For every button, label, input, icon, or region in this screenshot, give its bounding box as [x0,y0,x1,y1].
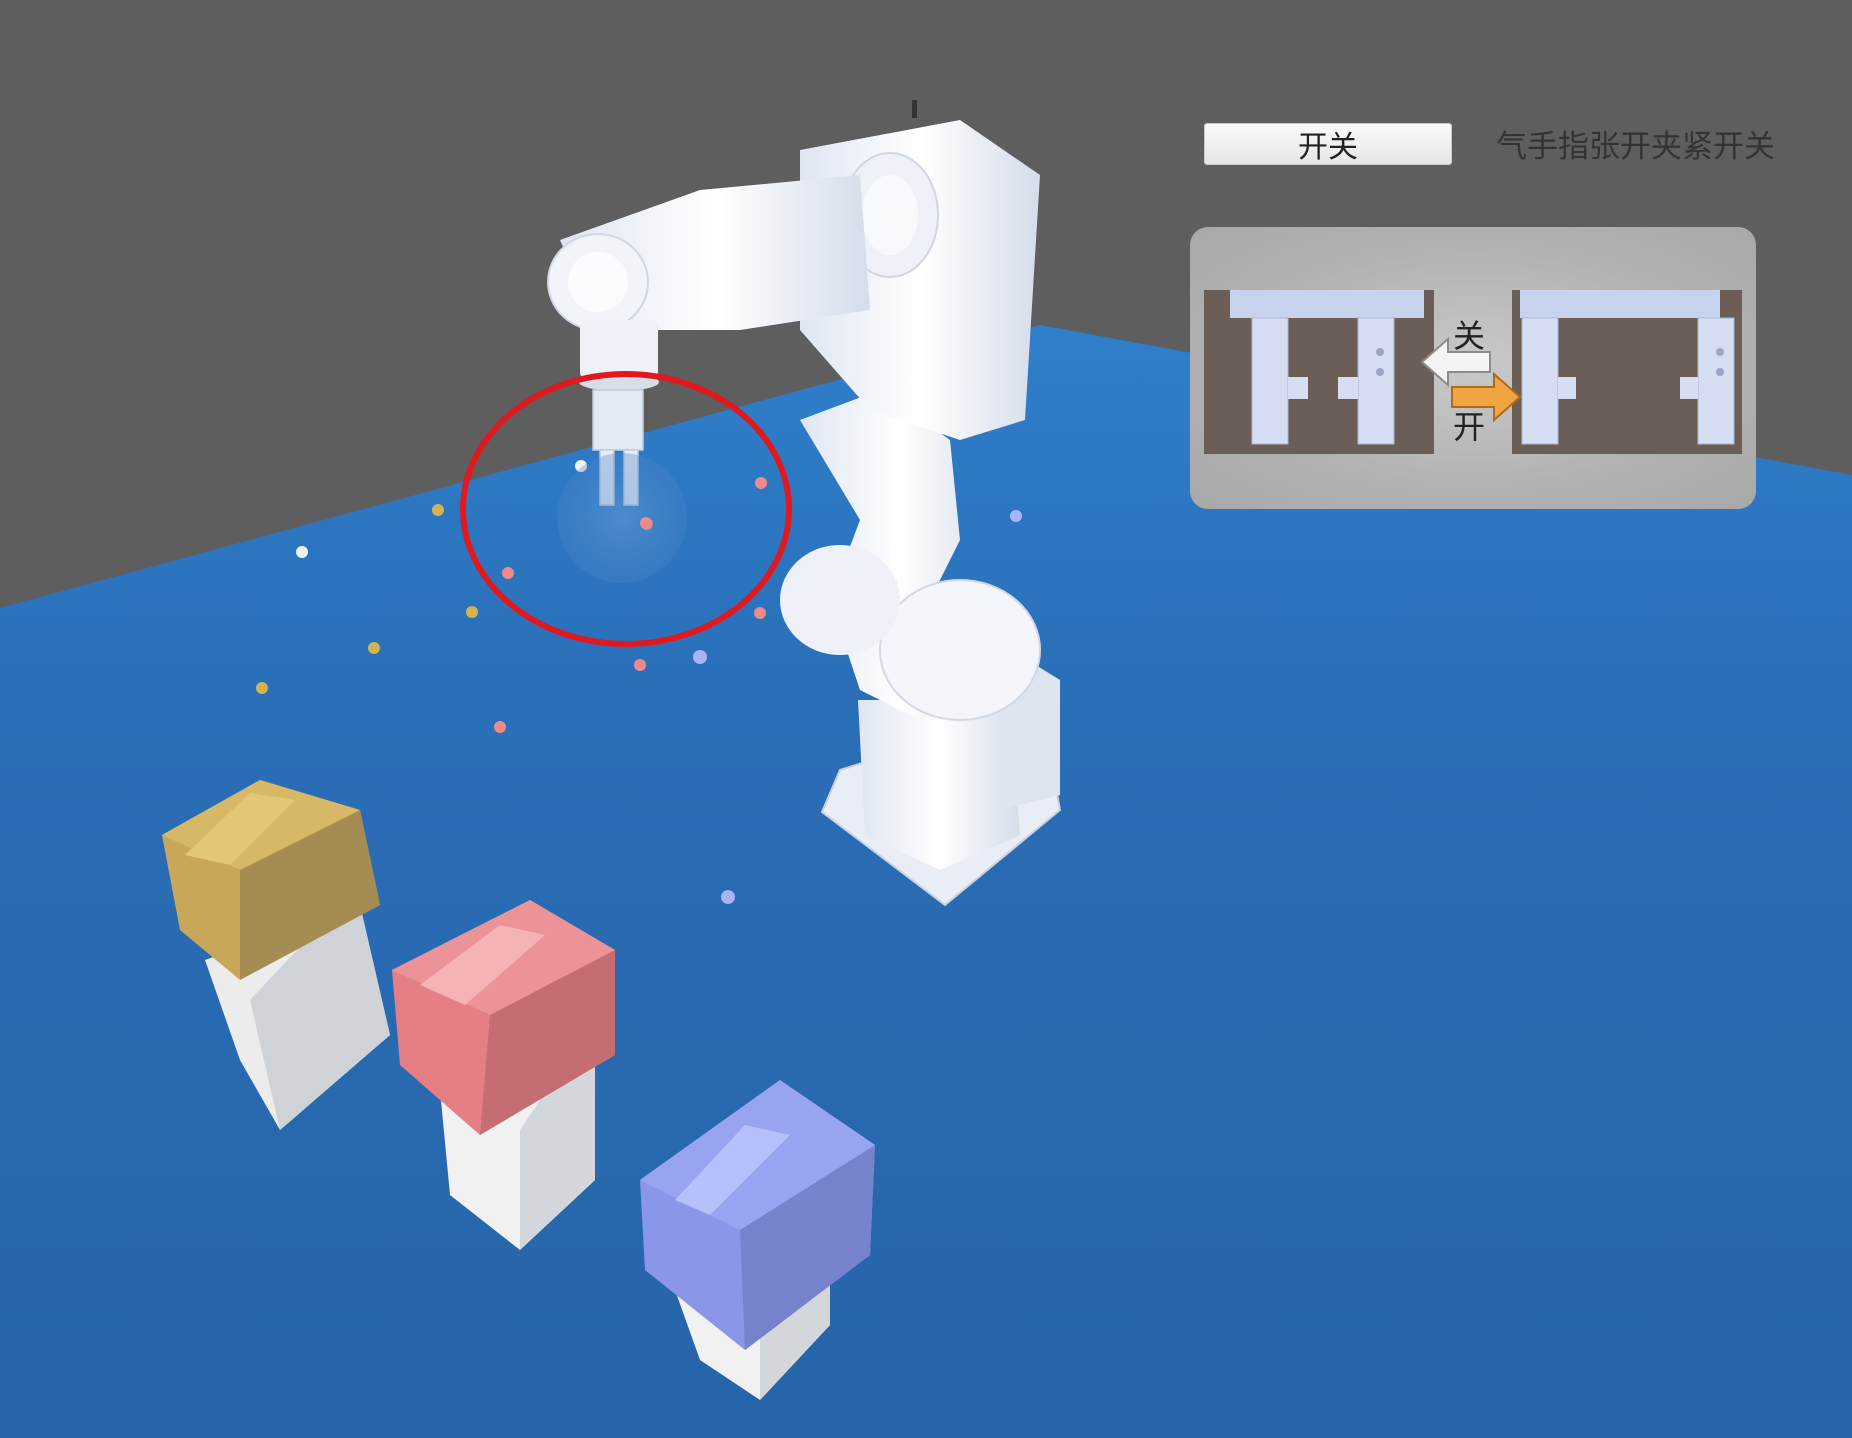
toggle-button[interactable]: 开关 [1204,123,1452,165]
3d-viewport[interactable] [0,0,1852,1438]
gripper-switch-caption: 气手指张开夹紧开关 [1496,129,1775,165]
open-state-label: 开 [1453,408,1486,446]
gripper-target-glow [557,453,687,583]
gripper-diagram-panel: 关 开 [1190,227,1756,509]
gripper-diagram [1204,290,1742,454]
gripper-waypoint-marker [640,517,652,529]
close-state-label: 关 [1453,317,1486,355]
